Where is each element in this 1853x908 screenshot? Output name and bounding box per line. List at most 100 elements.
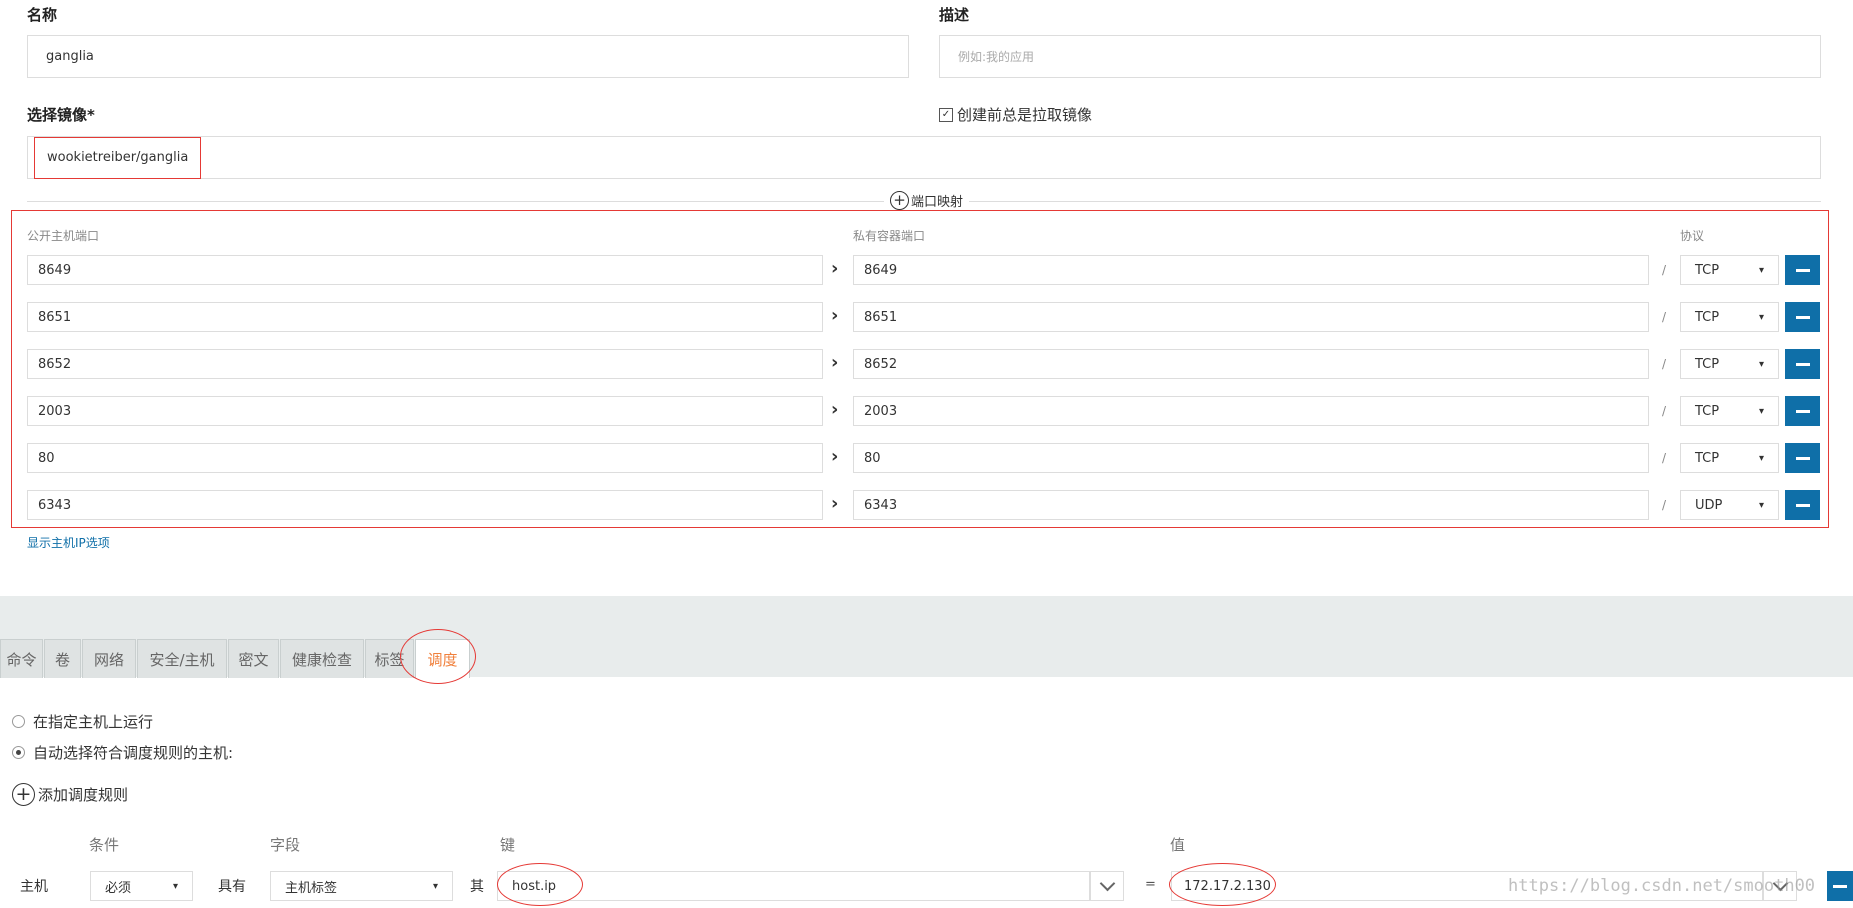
tab-3[interactable]: 安全/主机	[137, 639, 227, 678]
private-port-header: 私有容器端口	[853, 229, 926, 243]
private-port-input[interactable]: 8649	[853, 255, 1649, 285]
name-input[interactable]: ganglia	[27, 35, 909, 78]
plus-circle-icon: +	[12, 783, 35, 806]
public-port-input[interactable]: 8649	[27, 255, 823, 285]
slash-separator: /	[1662, 451, 1667, 465]
protocol-select[interactable]: TCP ▾	[1680, 349, 1779, 379]
remove-port-button[interactable]	[1785, 349, 1820, 379]
port-mapping-toggle[interactable]: + 端口映射	[884, 191, 970, 210]
port-protocol-value: UDP	[1695, 497, 1723, 513]
tab-1[interactable]: 卷	[44, 639, 81, 678]
remove-port-button[interactable]	[1785, 302, 1820, 332]
public-port-input[interactable]: 8652	[27, 349, 823, 379]
field-select[interactable]: 主机标签 ▾	[270, 871, 453, 901]
port-public-value: 8652	[38, 356, 72, 372]
field-header: 字段	[270, 836, 301, 854]
port-private-value: 8649	[864, 262, 898, 278]
tab-2[interactable]: 网络	[82, 639, 136, 678]
tab-4[interactable]: 密文	[228, 639, 279, 678]
private-port-input[interactable]: 6343	[853, 490, 1649, 520]
description-input[interactable]: 例如:我的应用	[939, 35, 1821, 78]
slash-separator: /	[1662, 310, 1667, 324]
add-rule-label: 添加调度规则	[38, 786, 129, 804]
caret-down-icon: ▾	[432, 880, 438, 892]
protocol-select[interactable]: TCP ▾	[1680, 255, 1779, 285]
remove-rule-button[interactable]	[1827, 871, 1853, 901]
port-public-value: 8649	[38, 262, 72, 278]
protocol-select[interactable]: TCP ▾	[1680, 396, 1779, 426]
field-value: 主机标签	[285, 880, 338, 896]
port-protocol-value: TCP	[1695, 450, 1720, 466]
always-pull-label: 创建前总是拉取镜像	[957, 106, 1093, 124]
port-mapping-label: 端口映射	[911, 195, 964, 210]
private-port-input[interactable]: 8651	[853, 302, 1649, 332]
port-protocol-value: TCP	[1695, 262, 1720, 278]
rule-target: 主机	[20, 879, 48, 895]
value-highlight	[1169, 863, 1276, 906]
add-rule-button[interactable]: + 添加调度规则	[12, 783, 128, 806]
caret-down-icon: ▾	[1758, 358, 1764, 370]
port-public-value: 6343	[38, 497, 72, 513]
minus-icon	[1833, 884, 1847, 888]
private-port-input[interactable]: 80	[853, 443, 1649, 473]
condition-value: 必须	[105, 880, 132, 896]
public-port-input[interactable]: 6343	[27, 490, 823, 520]
minus-icon	[1795, 315, 1810, 319]
arrow-right-icon: ›	[831, 305, 839, 326]
active-tab-highlight	[400, 629, 476, 684]
rule-its: 其	[470, 879, 484, 895]
image-label: 选择镜像*	[27, 106, 95, 124]
radio-specific-host[interactable]: 在指定主机上运行	[12, 711, 153, 732]
caret-down-icon: ▾	[1758, 405, 1764, 417]
radio-auto-host-button[interactable]	[12, 746, 25, 759]
key-dropdown-button[interactable]	[1090, 871, 1124, 901]
minus-icon	[1795, 503, 1810, 507]
port-private-value: 80	[864, 450, 881, 466]
description-label: 描述	[939, 6, 970, 24]
remove-port-button[interactable]	[1785, 396, 1820, 426]
public-port-input[interactable]: 80	[27, 443, 823, 473]
image-value-highlight: wookietreiber/ganglia	[34, 136, 202, 179]
always-pull-checkbox-row[interactable]: ✓ 创建前总是拉取镜像	[939, 104, 1092, 125]
private-port-input[interactable]: 8652	[853, 349, 1649, 379]
arrow-right-icon: ›	[831, 446, 839, 467]
protocol-select[interactable]: UDP ▾	[1680, 490, 1779, 520]
slash-separator: /	[1662, 404, 1667, 418]
image-input[interactable]: wookietreiber/ganglia	[27, 136, 1821, 179]
radio-auto-host-label: 自动选择符合调度规则的主机:	[33, 744, 234, 762]
private-port-input[interactable]: 2003	[853, 396, 1649, 426]
radio-auto-host[interactable]: 自动选择符合调度规则的主机:	[12, 742, 233, 763]
port-private-value: 8651	[864, 309, 898, 325]
public-port-input[interactable]: 2003	[27, 396, 823, 426]
remove-port-button[interactable]	[1785, 443, 1820, 473]
rule-has: 具有	[218, 879, 246, 895]
remove-port-button[interactable]	[1785, 255, 1820, 285]
caret-down-icon: ▾	[1758, 311, 1764, 323]
condition-select[interactable]: 必须 ▾	[90, 871, 193, 901]
port-public-value: 8651	[38, 309, 72, 325]
show-host-ip-link[interactable]: 显示主机IP选项	[27, 534, 110, 551]
protocol-select[interactable]: TCP ▾	[1680, 443, 1779, 473]
port-private-value: 2003	[864, 403, 898, 419]
arrow-right-icon: ›	[831, 493, 839, 514]
port-private-value: 8652	[864, 356, 898, 372]
key-input[interactable]: host.ip	[497, 871, 1090, 901]
port-public-value: 2003	[38, 403, 72, 419]
public-port-input[interactable]: 8651	[27, 302, 823, 332]
tab-0[interactable]: 命令	[0, 639, 43, 678]
always-pull-checkbox[interactable]: ✓	[939, 107, 953, 122]
port-protocol-value: TCP	[1695, 356, 1720, 372]
port-public-value: 80	[38, 450, 55, 466]
port-protocol-value: TCP	[1695, 403, 1720, 419]
caret-down-icon: ▾	[1758, 264, 1764, 276]
value-header: 值	[1170, 836, 1186, 854]
minus-icon	[1795, 268, 1810, 272]
arrow-right-icon: ›	[831, 399, 839, 420]
key-header: 键	[500, 836, 516, 854]
tab-5[interactable]: 健康检查	[280, 639, 364, 678]
radio-specific-host-button[interactable]	[12, 715, 25, 728]
slash-separator: /	[1662, 263, 1667, 277]
minus-icon	[1795, 456, 1810, 460]
protocol-select[interactable]: TCP ▾	[1680, 302, 1779, 332]
remove-port-button[interactable]	[1785, 490, 1820, 520]
